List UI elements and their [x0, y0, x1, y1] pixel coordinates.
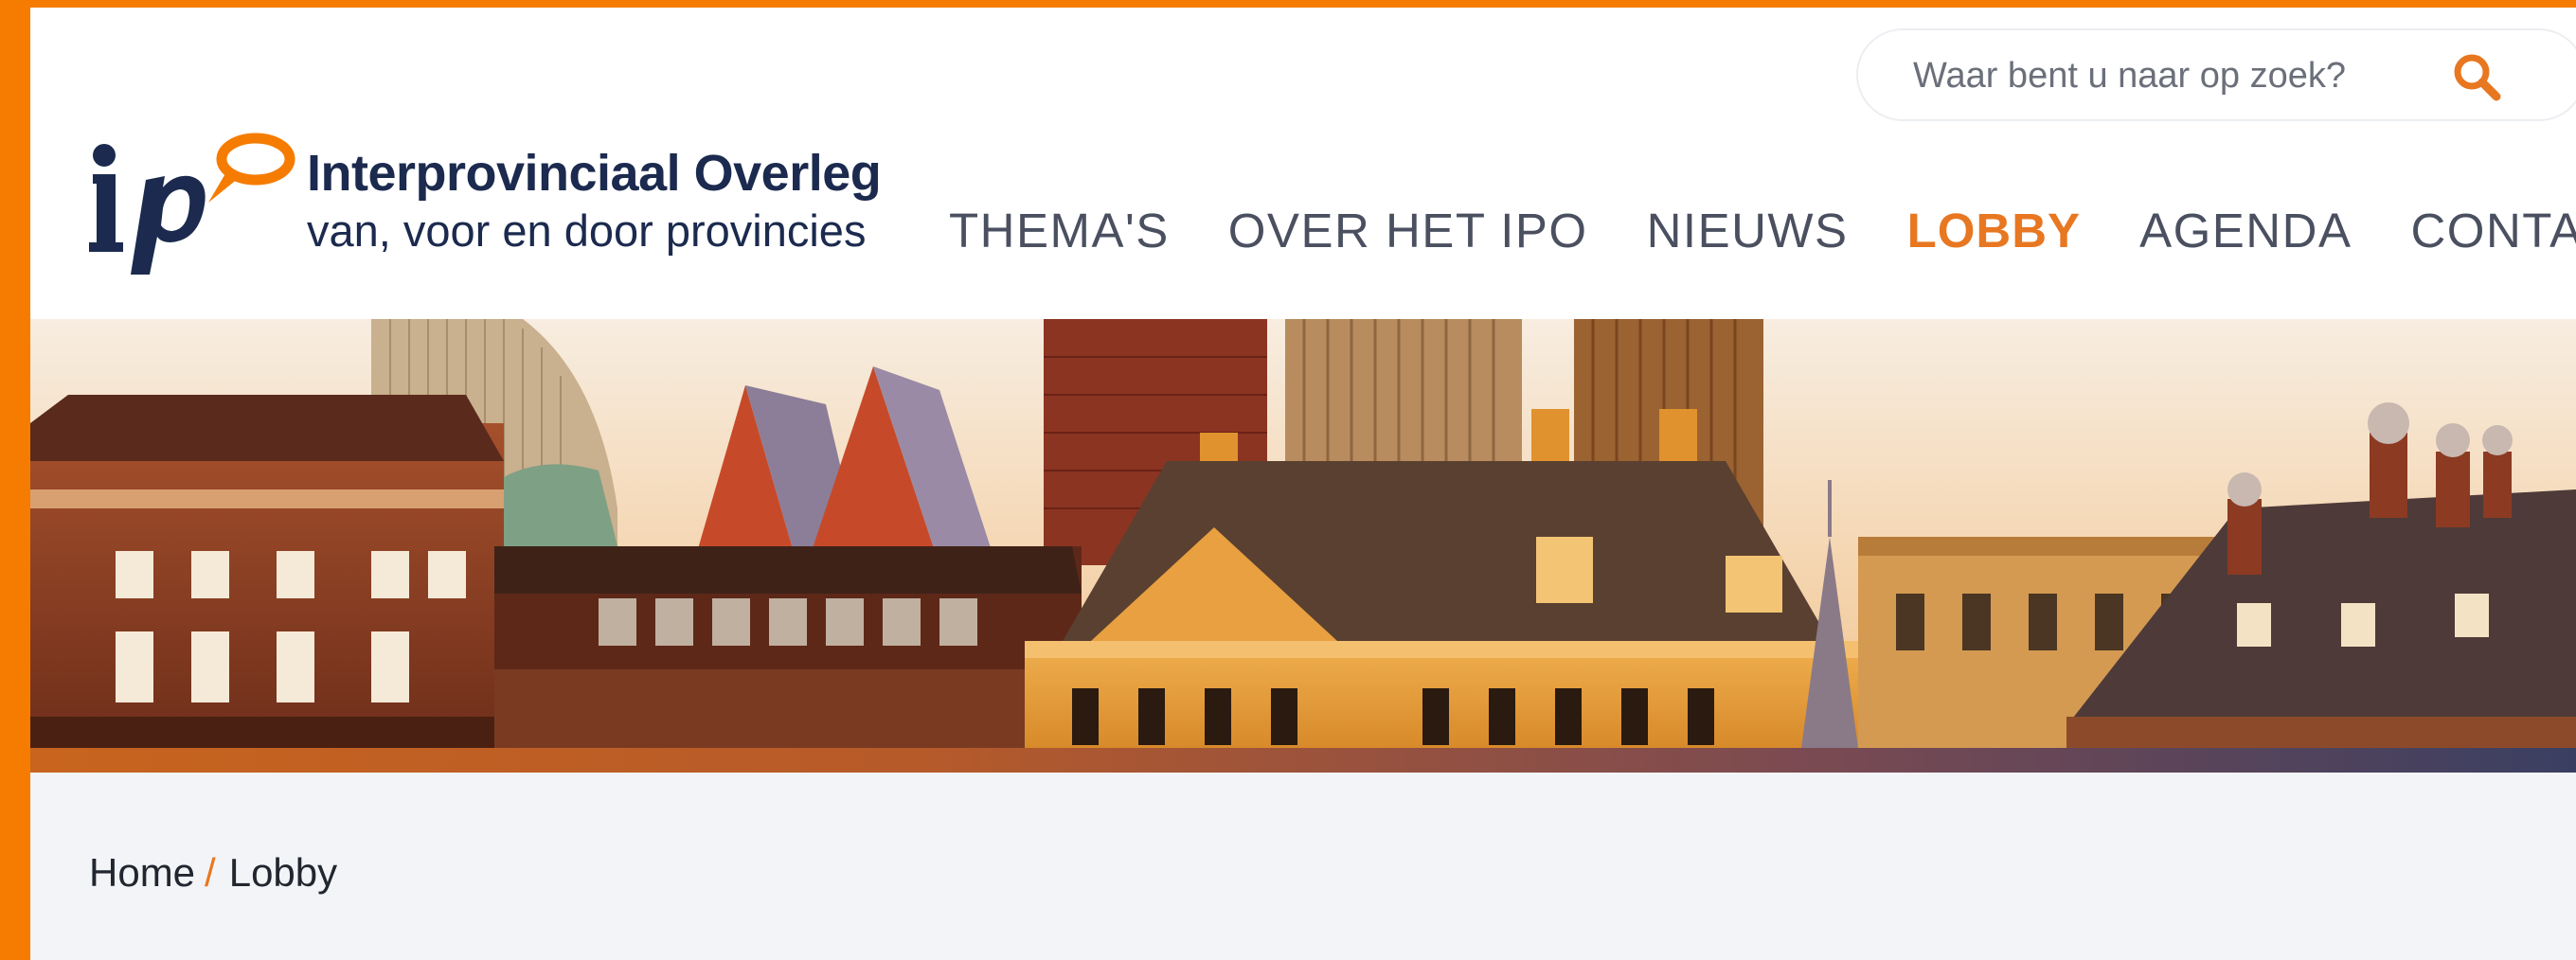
nav-item-themas[interactable]: THEMA'S: [949, 203, 1170, 258]
breadcrumb: Home / Lobby: [89, 850, 337, 896]
main-nav: THEMA'S OVER HET IPO NIEUWS LOBBY AGENDA…: [949, 197, 2576, 263]
top-accent-border: [0, 0, 2576, 8]
search-box: [1856, 28, 2576, 121]
ipo-logo: [89, 133, 295, 275]
breadcrumb-separator: /: [205, 850, 216, 895]
page: Interprovinciaal Overleg van, voor en do…: [30, 8, 2576, 960]
hero-image-binnenhof: [30, 319, 2576, 748]
nav-item-nieuws[interactable]: NIEUWS: [1647, 203, 1849, 258]
left-accent-border: [0, 0, 30, 960]
breadcrumb-home-link[interactable]: Home: [89, 850, 195, 896]
brand-tagline: van, voor en door provincies: [307, 205, 867, 256]
nav-item-over-het-ipo[interactable]: OVER HET IPO: [1228, 203, 1588, 258]
hero-gradient-bar: [30, 748, 2576, 773]
brand-name: Interprovinciaal Overleg: [307, 145, 882, 202]
breadcrumb-section: Home / Lobby: [30, 773, 2576, 960]
search-input[interactable]: [1913, 49, 2424, 102]
nav-item-agenda[interactable]: AGENDA: [2139, 203, 2352, 258]
site-header: Interprovinciaal Overleg van, voor en do…: [30, 8, 2576, 319]
breadcrumb-current: Lobby: [228, 850, 338, 895]
search-icon[interactable]: [2451, 51, 2502, 102]
nav-item-contact[interactable]: CONTACT: [2410, 203, 2576, 258]
nav-item-lobby[interactable]: LOBBY: [1907, 203, 2082, 258]
